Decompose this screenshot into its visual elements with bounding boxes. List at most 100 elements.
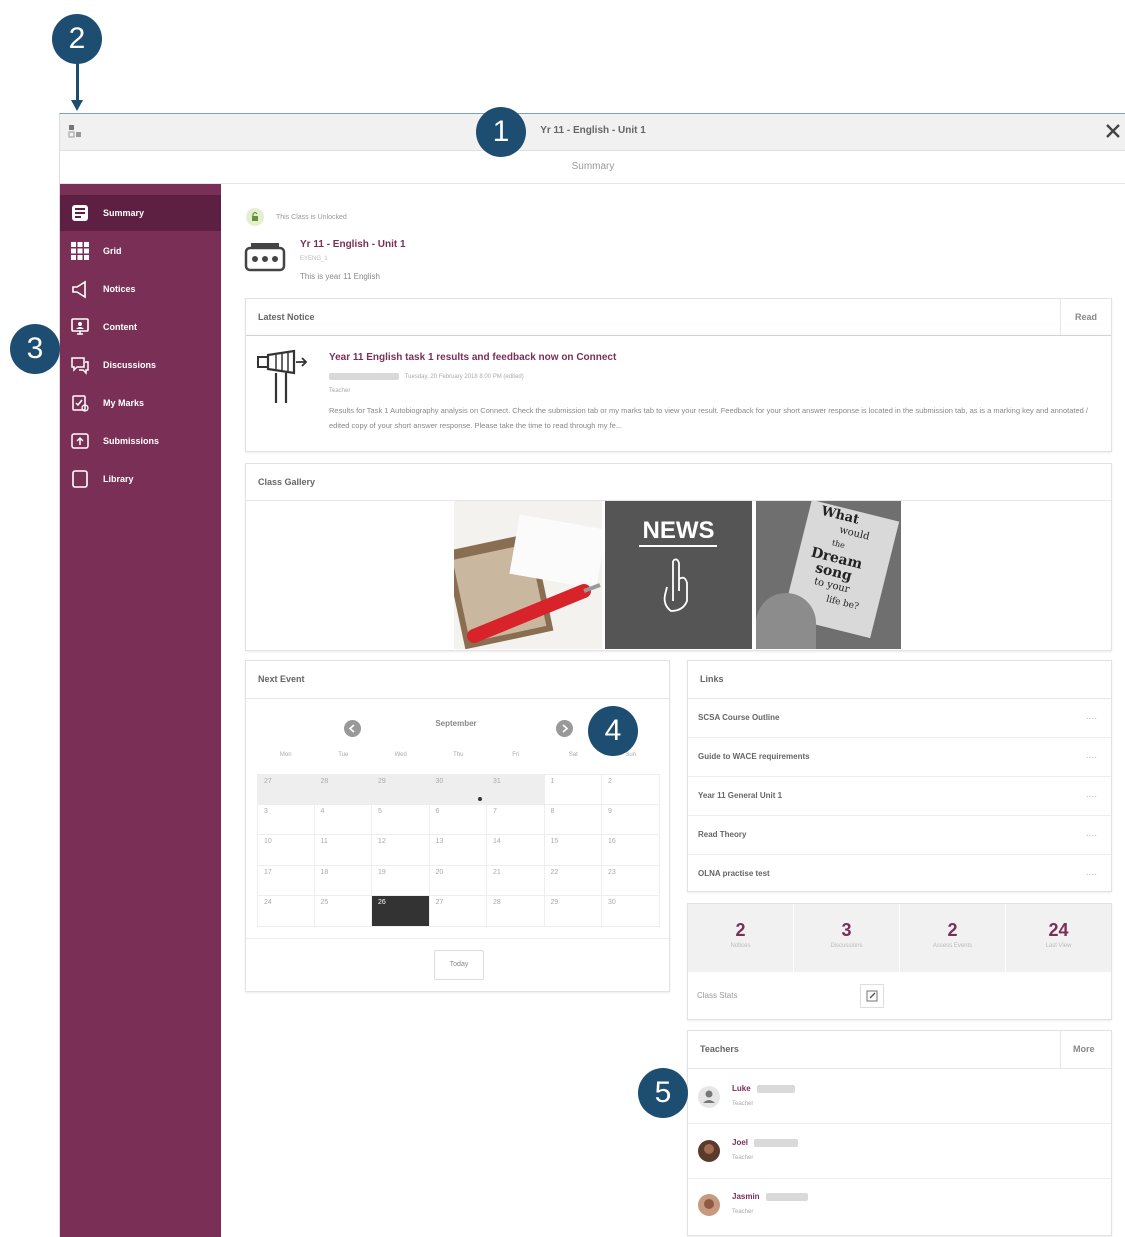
calendar-day[interactable]: 19 (372, 865, 430, 896)
teacher-item[interactable]: Joel Teacher (688, 1124, 1111, 1179)
calendar-day[interactable]: 7 (487, 804, 545, 835)
class-gallery-panel: Class Gallery NEWS What would the Dream … (245, 463, 1112, 651)
dream-song-image[interactable]: What would the Dream song to your life b… (756, 501, 901, 649)
sidebar-item-label: Submissions (103, 436, 160, 446)
calendar-day[interactable]: 18 (314, 865, 372, 896)
sidebar-item-my-marks[interactable]: My Marks (60, 385, 221, 421)
class-stats-panel: 2 Notices 3 Discussions 2 Assess Events … (687, 903, 1112, 1020)
news-image[interactable]: NEWS (605, 501, 752, 649)
sidebar-item-grid[interactable]: Grid (60, 233, 221, 269)
calendar-day[interactable]: 6 (429, 804, 487, 835)
stat-last-view[interactable]: 24 Last View (1006, 904, 1111, 972)
sidebar-item-library[interactable]: Library (60, 461, 221, 497)
notice-author-redacted (329, 373, 399, 380)
class-gallery-header: Class Gallery (246, 464, 1111, 501)
sidebar-item-discussions[interactable]: Discussions (60, 347, 221, 383)
sidebar-item-summary[interactable]: Summary (60, 195, 221, 231)
calendar-day[interactable]: 29 (544, 896, 602, 927)
calendar-next-button[interactable] (556, 720, 573, 737)
more-dots-icon[interactable]: .... (1086, 867, 1097, 878)
calendar-day[interactable]: 27 (429, 896, 487, 927)
calendar-day[interactable]: 25 (314, 896, 372, 927)
calendar-day[interactable]: 14 (487, 835, 545, 866)
library-icon (69, 468, 91, 490)
class-gallery-title: Class Gallery (258, 477, 316, 487)
stat-label: Assess Events (932, 943, 973, 949)
calendar-prev-button[interactable] (344, 720, 361, 737)
photo-pen-image[interactable] (454, 501, 602, 649)
calendar-day[interactable]: 1 (544, 774, 602, 805)
link-item[interactable]: OLNA practise test.... (688, 855, 1111, 893)
stat-value: 2 (947, 920, 958, 940)
calendar-day[interactable]: 30 (602, 896, 660, 927)
hand-shape (756, 593, 816, 649)
calendar-day[interactable]: 17 (257, 865, 315, 896)
calendar-day[interactable]: 16 (602, 835, 660, 866)
surname-redacted (754, 1138, 799, 1147)
calendar-day[interactable]: 12 (372, 835, 430, 866)
calendar-day[interactable]: 27 (257, 774, 315, 805)
calendar-day[interactable]: 28 (314, 774, 372, 805)
calendar-day[interactable]: 11 (314, 835, 372, 866)
calendar-day[interactable]: 23 (602, 865, 660, 896)
calendar-day[interactable]: 8 (544, 804, 602, 835)
marks-icon (69, 392, 91, 414)
calendar-day[interactable]: 4 (314, 804, 372, 835)
calendar-weekday: Mon (279, 752, 292, 758)
teacher-item[interactable]: Jasmin Teacher (688, 1179, 1111, 1233)
teachers-more-button[interactable]: More (1060, 1031, 1111, 1068)
stats-edit-button[interactable] (860, 984, 884, 1008)
today-button[interactable]: Today (434, 950, 484, 980)
close-icon[interactable] (1104, 122, 1122, 140)
teacher-name: Luke (732, 1084, 795, 1093)
calendar-day[interactable]: 22 (544, 865, 602, 896)
more-dots-icon[interactable]: .... (1086, 828, 1097, 839)
teacher-role: Teacher (732, 1155, 754, 1161)
calendar-day[interactable]: 26 (372, 896, 430, 927)
more-dots-icon[interactable]: .... (1086, 789, 1097, 800)
sidebar-item-label: Discussions (103, 360, 157, 370)
calendar-day[interactable]: 10 (257, 835, 315, 866)
calendar-day[interactable]: 15 (544, 835, 602, 866)
stat-discussions[interactable]: 3 Discussions (794, 904, 900, 972)
links-title: Links (700, 674, 724, 684)
sidebar-item-label: My Marks (103, 398, 145, 408)
links-header: Links (688, 661, 1111, 699)
calendar-day[interactable]: 2 (602, 774, 660, 805)
calendar-day[interactable]: 9 (602, 804, 660, 835)
read-button-label: Read (1075, 312, 1098, 322)
read-button[interactable]: Read (1060, 299, 1111, 335)
link-item[interactable]: Guide to WACE requirements.... (688, 738, 1111, 777)
calendar-day[interactable]: 13 (429, 835, 487, 866)
calendar-day[interactable]: 21 (487, 865, 545, 896)
class-title: Yr 11 - English - Unit 1 (300, 239, 406, 250)
teachers-header: Teachers More (688, 1031, 1111, 1069)
calendar-day[interactable]: 31 (487, 774, 545, 805)
calendar-day[interactable]: 20 (429, 865, 487, 896)
sidebar-item-notices[interactable]: Notices (60, 271, 221, 307)
sidebar-item-content[interactable]: Content (60, 309, 221, 345)
stat-notices[interactable]: 2 Notices (688, 904, 794, 972)
teacher-item[interactable]: Luke Teacher (688, 1069, 1111, 1124)
calendar-day[interactable]: 29 (372, 774, 430, 805)
link-item[interactable]: Read Theory.... (688, 816, 1111, 855)
more-dots-icon[interactable]: .... (1086, 711, 1097, 722)
callout-2: 2 (52, 14, 102, 64)
calendar-day[interactable]: 5 (372, 804, 430, 835)
sidebar-item-submissions[interactable]: Submissions (60, 423, 221, 459)
calendar-day[interactable]: 3 (257, 804, 315, 835)
avatar (698, 1140, 720, 1162)
links-panel: Links SCSA Course Outline.... Guide to W… (687, 660, 1112, 892)
link-item[interactable]: Year 11 General Unit 1.... (688, 777, 1111, 816)
avatar (698, 1194, 720, 1216)
calendar-day[interactable]: 24 (257, 896, 315, 927)
calendar-day[interactable]: 28 (487, 896, 545, 927)
more-dots-icon[interactable]: .... (1086, 750, 1097, 761)
callout-3: 3 (10, 324, 60, 374)
stat-assess-events[interactable]: 2 Assess Events (900, 904, 1006, 972)
link-item[interactable]: SCSA Course Outline.... (688, 699, 1111, 738)
teacher-role: Teacher (732, 1101, 754, 1107)
notice-title[interactable]: Year 11 English task 1 results and feedb… (329, 352, 616, 363)
edit-icon (866, 990, 878, 1002)
class-description: This is year 11 English (300, 272, 380, 281)
